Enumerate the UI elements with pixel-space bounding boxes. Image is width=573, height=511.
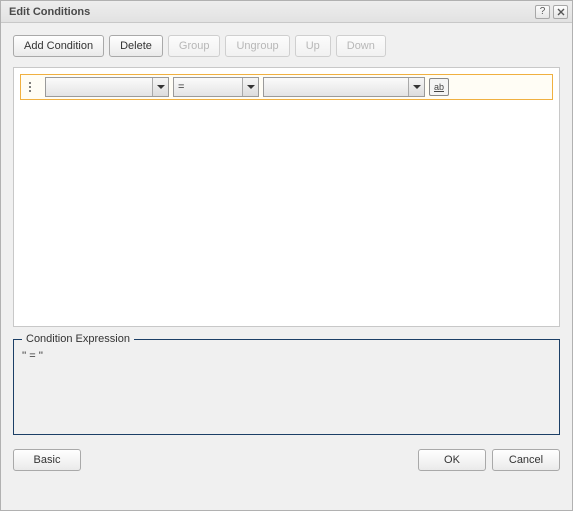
condition-expression-legend: Condition Expression — [22, 333, 134, 345]
cancel-button[interactable]: Cancel — [492, 449, 560, 471]
chevron-down-icon — [242, 78, 258, 96]
close-button[interactable] — [553, 5, 568, 19]
delete-button[interactable]: Delete — [109, 35, 163, 57]
operator-select-value: = — [174, 81, 242, 93]
dialog-content: Add Condition Delete Group Ungroup Up Do… — [1, 23, 572, 510]
add-condition-button[interactable]: Add Condition — [13, 35, 104, 57]
toolbar: Add Condition Delete Group Ungroup Up Do… — [13, 35, 560, 57]
chevron-down-icon — [408, 78, 424, 96]
condition-expression-text: '' = '' — [22, 350, 551, 362]
titlebar: Edit Conditions ? — [1, 1, 572, 23]
help-button[interactable]: ? — [535, 5, 550, 19]
basic-button[interactable]: Basic — [13, 449, 81, 471]
value-select[interactable] — [263, 77, 425, 97]
conditions-list: = ab — [13, 67, 560, 327]
operator-select[interactable]: = — [173, 77, 259, 97]
window-title: Edit Conditions — [9, 6, 532, 18]
chevron-down-icon — [152, 78, 168, 96]
ok-button[interactable]: OK — [418, 449, 486, 471]
edit-conditions-dialog: Edit Conditions ? Add Condition Delete G… — [0, 0, 573, 511]
ungroup-button[interactable]: Ungroup — [225, 35, 289, 57]
drag-handle-icon[interactable] — [25, 78, 35, 96]
dialog-footer: Basic OK Cancel — [13, 449, 560, 471]
text-mode-button[interactable]: ab — [429, 78, 449, 96]
condition-row[interactable]: = ab — [20, 74, 553, 100]
field-select[interactable] — [45, 77, 169, 97]
up-button[interactable]: Up — [295, 35, 331, 57]
down-button[interactable]: Down — [336, 35, 386, 57]
condition-expression-panel: Condition Expression '' = '' — [13, 339, 560, 435]
group-button[interactable]: Group — [168, 35, 221, 57]
